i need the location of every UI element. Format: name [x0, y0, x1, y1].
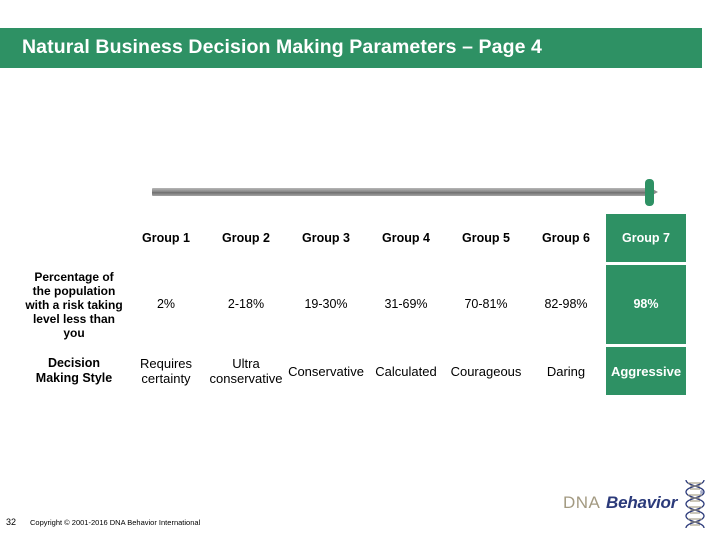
logo-word-behavior: Behavior — [606, 493, 678, 512]
style-value-7: Aggressive — [606, 347, 686, 395]
percentage-value-7: 98% — [606, 265, 686, 344]
group-header-3: Group 3 — [302, 230, 350, 245]
group-header-6: Group 6 — [542, 230, 590, 245]
table-row-percentage: Percentage of the population with a risk… — [22, 265, 688, 344]
percentage-value-5: 70-81% — [464, 297, 508, 311]
dna-behavior-logo: DNA Behavior ® — [563, 479, 713, 529]
copyright-notice: Copyright © 2001-2016 DNA Behavior Inter… — [30, 518, 201, 527]
style-value-5: Courageous — [450, 363, 522, 379]
risk-scale-slider — [150, 178, 670, 210]
row-label-groups — [22, 214, 126, 262]
style-value-3: Conservative — [288, 363, 364, 379]
style-value-1: Requires certainty — [139, 356, 193, 386]
page-title: Natural Business Decision Making Paramet… — [22, 36, 542, 58]
percentage-value-3: 19-30% — [304, 297, 348, 311]
table-row-groups: Group 1 Group 2 Group 3 Group 4 Group 5 … — [22, 214, 688, 262]
slider-track — [152, 188, 649, 196]
percentage-value-6: 82-98% — [544, 297, 588, 311]
risk-position-marker[interactable] — [645, 179, 654, 206]
style-value-2: Ultra conservative — [209, 356, 283, 386]
table-row-style: Decision Making Style Requires certainty… — [22, 347, 688, 395]
group-header-1: Group 1 — [142, 230, 190, 245]
style-value-6: Daring — [546, 363, 586, 379]
percentage-value-4: 31-69% — [384, 297, 428, 311]
row-label-style: Decision Making Style — [35, 356, 113, 385]
group-header-7: Group 7 — [606, 214, 686, 262]
group-header-2: Group 2 — [222, 230, 270, 245]
parameters-table: Group 1 Group 2 Group 3 Group 4 Group 5 … — [22, 214, 688, 395]
group-header-5: Group 5 — [462, 230, 510, 245]
group-header-4: Group 4 — [382, 230, 430, 245]
percentage-value-1: 2% — [156, 297, 176, 311]
page-number: 32 — [6, 517, 17, 527]
row-label-percentage: Percentage of the population with a risk… — [25, 269, 123, 340]
percentage-value-2: 2-18% — [227, 297, 265, 311]
dna-helix-icon — [685, 479, 705, 529]
style-value-4: Calculated — [375, 363, 437, 379]
logo-word-dna: DNA — [563, 493, 601, 512]
